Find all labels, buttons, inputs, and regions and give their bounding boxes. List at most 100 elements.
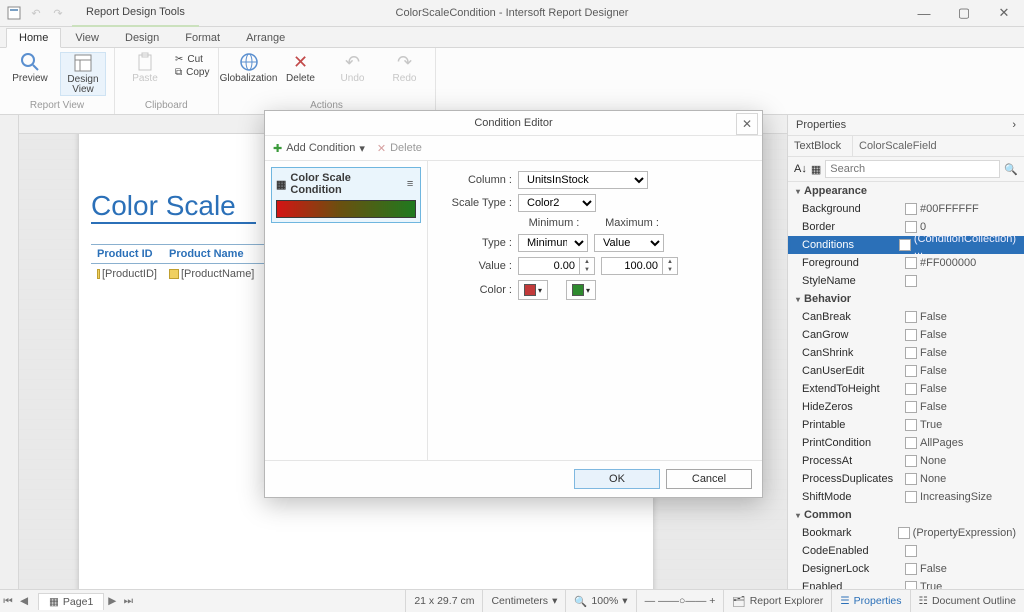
max-value-spinner[interactable]: ▲▼ [663, 257, 678, 275]
delete-button[interactable]: ✕ Delete [279, 52, 323, 84]
property-checkbox[interactable] [905, 437, 917, 449]
window-close[interactable]: ✕ [984, 0, 1024, 26]
max-color-button[interactable]: ▾ [566, 280, 596, 300]
property-checkbox[interactable] [905, 311, 917, 323]
dialog-titlebar[interactable]: Condition Editor ✕ [265, 111, 762, 136]
ok-button[interactable]: OK [574, 469, 660, 489]
property-value[interactable]: (PropertyExpression) [913, 527, 1016, 539]
tab-home[interactable]: Home [6, 28, 61, 48]
tab-view[interactable]: View [63, 29, 111, 47]
delete-condition-button[interactable]: ✕Delete [377, 142, 422, 155]
column-select[interactable]: UnitsInStock [518, 171, 648, 189]
chevron-right-icon[interactable]: › [1012, 119, 1016, 131]
property-checkbox[interactable] [905, 545, 917, 557]
tab-design[interactable]: Design [113, 29, 171, 47]
property-checkbox[interactable] [899, 239, 911, 251]
page-tab[interactable]: ▦Page1 [38, 593, 104, 610]
property-value[interactable]: 0 [920, 221, 1016, 233]
property-checkbox[interactable] [905, 365, 917, 377]
qat-undo-icon[interactable]: ↶ [28, 5, 44, 21]
property-row[interactable]: PrintableTrue [788, 416, 1024, 434]
property-value[interactable]: False [920, 401, 1016, 413]
property-row[interactable]: Background#00FFFFFF [788, 200, 1024, 218]
property-row[interactable]: ProcessAtNone [788, 452, 1024, 470]
undo-button[interactable]: ↶ Undo [331, 52, 375, 84]
property-value[interactable]: False [920, 365, 1016, 377]
property-row[interactable]: ExtendToHeightFalse [788, 380, 1024, 398]
property-value[interactable]: True [920, 419, 1016, 431]
max-type-select[interactable]: Value [594, 234, 664, 252]
property-checkbox[interactable] [905, 419, 917, 431]
zoom-slider[interactable]: — ——○—— + [636, 590, 724, 612]
report-explorer-button[interactable]: 🗂Report Explorer [723, 590, 831, 612]
property-value[interactable]: False [920, 329, 1016, 341]
dialog-close-button[interactable]: ✕ [736, 113, 758, 135]
object-name[interactable]: ColorScaleField [853, 136, 1024, 156]
min-type-select[interactable]: Minimum [518, 234, 588, 252]
property-row[interactable]: PrintConditionAllPages [788, 434, 1024, 452]
window-minimize[interactable]: — [904, 0, 944, 26]
cut-button[interactable]: ✂Cut [175, 54, 210, 65]
design-view-button[interactable]: Design View [60, 52, 106, 96]
property-row[interactable]: CanGrowFalse [788, 326, 1024, 344]
cancel-button[interactable]: Cancel [666, 469, 752, 489]
property-checkbox[interactable] [905, 221, 917, 233]
property-value[interactable]: False [920, 383, 1016, 395]
property-value[interactable]: IncreasingSize [920, 491, 1016, 503]
property-checkbox[interactable] [898, 527, 910, 539]
property-checkbox[interactable] [905, 455, 917, 467]
property-row[interactable]: ShiftModeIncreasingSize [788, 488, 1024, 506]
unit-selector[interactable]: Centimeters ▾ [482, 590, 565, 612]
hamburger-icon[interactable]: ≡ [404, 178, 416, 190]
window-maximize[interactable]: ▢ [944, 0, 984, 26]
report-title[interactable]: Color Scale [91, 190, 256, 224]
field-product-id[interactable]: [ProductID] [91, 264, 163, 284]
property-checkbox[interactable] [905, 203, 917, 215]
property-row[interactable]: CodeEnabled [788, 542, 1024, 560]
property-row[interactable]: Foreground#FF000000 [788, 254, 1024, 272]
property-checkbox[interactable] [905, 563, 917, 575]
col-header-product-id[interactable]: Product ID [91, 245, 163, 263]
condition-item[interactable]: ▦Color Scale Condition ≡ [271, 167, 421, 223]
property-checkbox[interactable] [905, 347, 917, 359]
page-prev[interactable]: ◀ [16, 595, 32, 607]
property-checkbox[interactable] [905, 383, 917, 395]
property-checkbox[interactable] [905, 401, 917, 413]
properties-button[interactable]: ☰Properties [831, 590, 909, 612]
property-value[interactable]: None [920, 473, 1016, 485]
property-value[interactable]: False [920, 311, 1016, 323]
property-row[interactable]: Conditions(ConditionCollection) ... [788, 236, 1024, 254]
min-color-button[interactable]: ▾ [518, 280, 548, 300]
paste-button[interactable]: Paste [123, 52, 167, 84]
max-value-input[interactable] [601, 257, 663, 275]
preview-button[interactable]: Preview [8, 52, 52, 96]
page-last[interactable]: ⏭ [120, 595, 136, 608]
min-value-spinner[interactable]: ▲▼ [580, 257, 595, 275]
property-value[interactable]: AllPages [920, 437, 1016, 449]
property-row[interactable]: CanShrinkFalse [788, 344, 1024, 362]
property-group-appearance[interactable]: Appearance [788, 182, 1024, 200]
property-value[interactable]: True [920, 581, 1016, 589]
property-row[interactable]: EnabledTrue [788, 578, 1024, 589]
scale-type-select[interactable]: Color2 [518, 194, 596, 212]
property-group-common[interactable]: Common [788, 506, 1024, 524]
property-value[interactable]: #00FFFFFF [920, 203, 1016, 215]
property-checkbox[interactable] [905, 581, 917, 589]
zoom-control[interactable]: 🔍100% ▾ [565, 590, 635, 612]
document-outline-button[interactable]: ☷Document Outline [910, 590, 1024, 612]
property-value[interactable]: None [920, 455, 1016, 467]
property-value[interactable]: False [920, 563, 1016, 575]
property-checkbox[interactable] [905, 329, 917, 341]
min-value-input[interactable] [518, 257, 580, 275]
property-row[interactable]: DesignerLockFalse [788, 560, 1024, 578]
page-next[interactable]: ▶ [104, 595, 120, 607]
property-row[interactable]: HideZerosFalse [788, 398, 1024, 416]
property-checkbox[interactable] [905, 275, 917, 287]
property-checkbox[interactable] [905, 491, 917, 503]
property-checkbox[interactable] [905, 257, 917, 269]
tab-arrange[interactable]: Arrange [234, 29, 297, 47]
sort-alpha-icon[interactable]: A↓ [794, 163, 807, 175]
property-value[interactable]: False [920, 347, 1016, 359]
add-condition-button[interactable]: ✚Add Condition ▾ [273, 142, 365, 155]
property-row[interactable]: StyleName [788, 272, 1024, 290]
